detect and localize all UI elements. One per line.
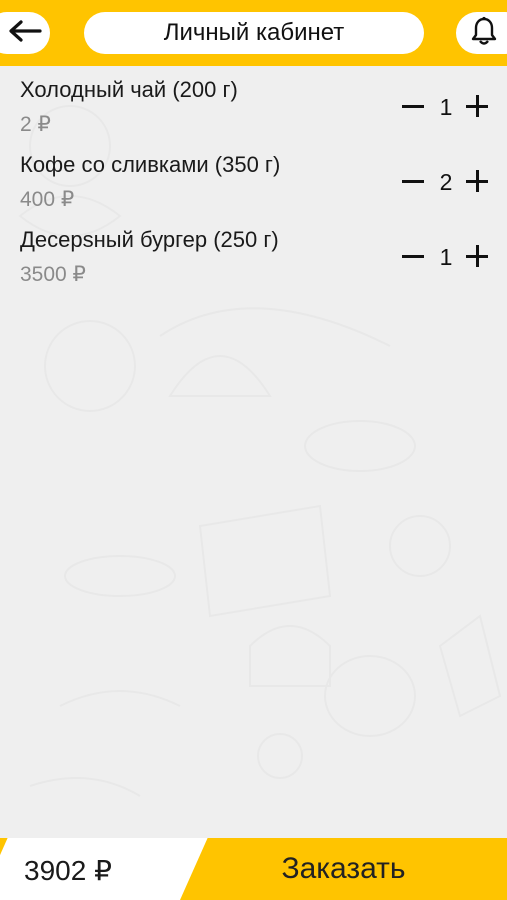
decrease-button[interactable] [402, 180, 424, 183]
item-price: 3500 ₽ [20, 263, 86, 286]
page-title: Личный кабинет [84, 12, 424, 54]
cart-list: Холодный чай (200 г) 2 ₽ 1 Кофе со сливк… [0, 66, 507, 291]
quantity-value: 2 [439, 169, 453, 195]
item-price: 400 ₽ [20, 188, 75, 211]
bottom-bar: 3902 ₽ Заказать [0, 838, 507, 900]
increase-button[interactable] [466, 170, 488, 192]
item-name: Десерsный бургер (250 г) [20, 227, 279, 252]
list-item: Десерsный бургер (250 г) 3500 ₽ 1 [0, 216, 507, 291]
quantity-stepper: 1 [400, 92, 492, 122]
item-name: Холодный чай (200 г) [20, 77, 238, 102]
decrease-button[interactable] [402, 255, 424, 258]
list-item: Кофе со сливками (350 г) 400 ₽ 2 [0, 141, 507, 216]
back-button[interactable] [0, 12, 50, 54]
list-item: Холодный чай (200 г) 2 ₽ 1 [0, 66, 507, 141]
item-price: 2 ₽ [20, 113, 51, 136]
order-button[interactable]: Заказать [180, 838, 507, 900]
quantity-value: 1 [439, 244, 453, 270]
increase-button[interactable] [466, 245, 488, 267]
bell-icon [470, 16, 498, 51]
item-name: Кофе со сливками (350 г) [20, 152, 281, 177]
order-total: 3902 ₽ [24, 855, 112, 886]
quantity-stepper: 1 [400, 242, 492, 272]
notifications-button[interactable] [456, 12, 507, 54]
quantity-stepper: 2 [400, 167, 492, 197]
arrow-left-icon [8, 19, 42, 47]
decrease-button[interactable] [402, 105, 424, 108]
top-bar: Личный кабинет [0, 0, 507, 66]
increase-button[interactable] [466, 95, 488, 117]
quantity-value: 1 [439, 94, 453, 120]
